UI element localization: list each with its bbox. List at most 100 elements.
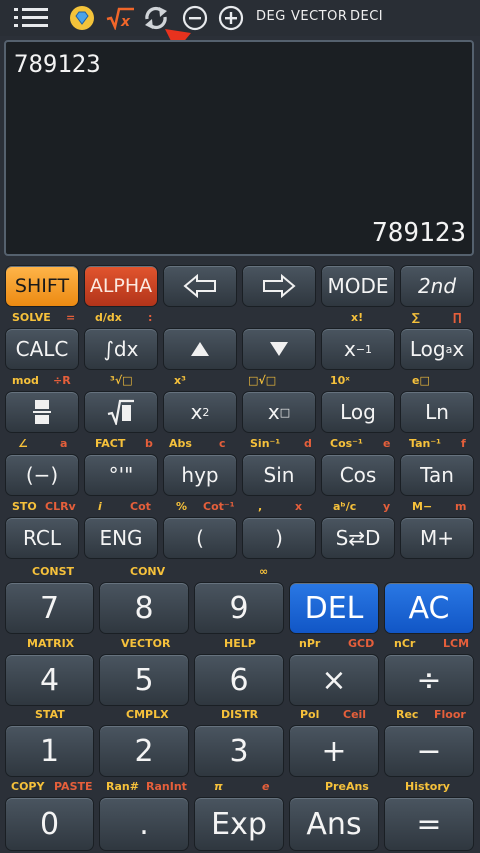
fraction-button[interactable] <box>5 391 79 433</box>
divide-button[interactable]: ÷ <box>384 654 474 706</box>
clrv-label: CLRv <box>45 500 76 513</box>
random-int-label: RanInt <box>146 780 187 793</box>
digit-8-button[interactable]: 8 <box>99 582 189 634</box>
digit-6-button[interactable]: 6 <box>194 654 284 706</box>
sin-button[interactable]: Sin <box>242 454 316 496</box>
solve-label: SOLVE <box>12 311 51 324</box>
diamond-premium-icon[interactable] <box>68 4 96 32</box>
e-power-label: e□ <box>412 374 430 387</box>
digit-4-button[interactable]: 4 <box>5 654 94 706</box>
sum-label: ∑ <box>412 311 420 324</box>
vector-label: VECTOR <box>121 637 171 650</box>
hyp-button[interactable]: hyp <box>163 454 237 496</box>
calc-button[interactable]: CALC <box>5 328 79 370</box>
stat-label: STAT <box>35 708 65 721</box>
var-m-label: m <box>455 500 467 513</box>
digit-0-button[interactable]: 0 <box>5 797 94 851</box>
pol-label: Pol <box>300 708 320 721</box>
acos-label: Cos⁻¹ <box>330 437 363 450</box>
eng-button[interactable]: ENG <box>84 517 158 559</box>
colon-label: : <box>148 311 153 324</box>
toolbar: x DEG VECTOR DECI <box>0 0 480 36</box>
exponent-button[interactable]: Exp <box>194 797 284 851</box>
second-function-button[interactable]: 2nd <box>400 265 474 307</box>
triangle-up-icon <box>191 342 209 356</box>
history-label: History <box>405 780 450 793</box>
gcd-label: GCD <box>348 637 375 650</box>
cursor-down-button[interactable] <box>242 328 316 370</box>
decimal-point-button[interactable]: . <box>99 797 189 851</box>
negative-button[interactable]: (−) <box>5 454 79 496</box>
cursor-up-button[interactable] <box>163 328 237 370</box>
cos-button[interactable]: Cos <box>321 454 395 496</box>
s-to-d-button[interactable]: S⇄D <box>321 517 395 559</box>
dms-button[interactable]: °'" <box>84 454 158 496</box>
div-remainder-label: ÷R <box>53 374 71 387</box>
hamburger-menu-icon[interactable] <box>14 4 48 32</box>
multiply-button[interactable]: × <box>289 654 379 706</box>
digit-1-button[interactable]: 1 <box>5 725 94 777</box>
factorial-label: x! <box>351 311 364 324</box>
abs-label: Abs <box>169 437 192 450</box>
reciprocal-button[interactable]: x −1 <box>321 328 395 370</box>
convert-arrows-icon[interactable] <box>142 4 170 32</box>
mode-button[interactable]: MODE <box>321 265 395 307</box>
vector-mode-indicator[interactable]: VECTOR <box>291 9 347 24</box>
nth-root-label: □√□ <box>248 374 277 387</box>
zoom-out-icon[interactable] <box>181 4 209 32</box>
sqrt-x-icon[interactable]: x <box>104 4 136 32</box>
var-b-label: b <box>145 437 153 450</box>
close-paren-button[interactable]: ) <box>242 517 316 559</box>
angle-mode-indicator[interactable]: DEG <box>256 9 286 24</box>
lcm-label: LCM <box>443 637 470 650</box>
fact-label: FACT <box>95 437 126 450</box>
asin-label: Sin⁻¹ <box>250 437 281 450</box>
decimal-mode-indicator[interactable]: DECI <box>350 9 383 24</box>
ln-button[interactable]: Ln <box>400 391 474 433</box>
expression-input[interactable]: 789123 <box>14 50 101 78</box>
power-button[interactable]: x □ <box>242 391 316 433</box>
integral-button[interactable]: ∫dx <box>84 328 158 370</box>
cube-root-label: ³√□ <box>110 374 133 387</box>
tan-button[interactable]: Tan <box>400 454 474 496</box>
floor-label: Floor <box>434 708 466 721</box>
minus-button[interactable]: − <box>384 725 474 777</box>
digit-2-button[interactable]: 2 <box>99 725 189 777</box>
square-button[interactable]: x2 <box>163 391 237 433</box>
imaginary-label: i <box>98 500 102 513</box>
open-paren-button[interactable]: ( <box>163 517 237 559</box>
shift-button[interactable]: SHIFT <box>5 265 79 307</box>
equals-button[interactable]: = <box>384 797 474 851</box>
digit-9-button[interactable]: 9 <box>194 582 284 634</box>
derivative-label: d/dx <box>95 311 122 324</box>
equals-label: = <box>66 311 76 324</box>
cursor-left-button[interactable] <box>163 265 237 307</box>
product-label: ∏ <box>453 311 462 324</box>
previous-answer-label: PreAns <box>325 780 369 793</box>
zoom-in-icon[interactable] <box>217 4 245 32</box>
calculator-display[interactable]: 789123 789123 <box>4 40 474 256</box>
cot-label: Cot <box>130 500 151 513</box>
alpha-button[interactable]: ALPHA <box>84 265 158 307</box>
var-f-label: f <box>461 437 466 450</box>
log-button[interactable]: Log <box>321 391 395 433</box>
conv-label: CONV <box>130 565 166 578</box>
triangle-down-icon <box>270 342 288 356</box>
sqrt-button[interactable] <box>84 391 158 433</box>
var-y-label: y <box>383 500 391 513</box>
all-clear-button[interactable]: AC <box>384 582 474 634</box>
rcl-button[interactable]: RCL <box>5 517 79 559</box>
digit-3-button[interactable]: 3 <box>194 725 284 777</box>
log-base-button[interactable]: Log a x <box>400 328 474 370</box>
sqrt-icon <box>107 399 134 425</box>
help-label: HELP <box>224 637 256 650</box>
answer-button[interactable]: Ans <box>289 797 379 851</box>
plus-button[interactable]: + <box>289 725 379 777</box>
digit-5-button[interactable]: 5 <box>99 654 189 706</box>
memory-plus-button[interactable]: M+ <box>400 517 474 559</box>
cursor-right-button[interactable] <box>242 265 316 307</box>
digit-7-button[interactable]: 7 <box>5 582 94 634</box>
ncr-label: nCr <box>394 637 416 650</box>
delete-button[interactable]: DEL <box>289 582 379 634</box>
pi-label: π <box>214 780 223 793</box>
